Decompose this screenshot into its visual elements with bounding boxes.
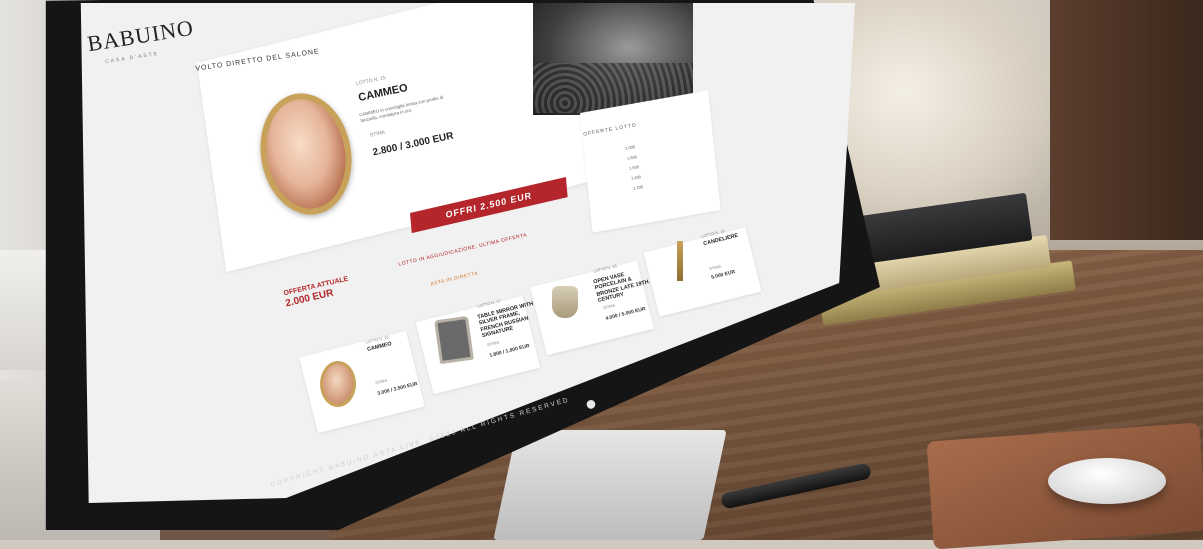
upcoming-lot-card[interactable] [299, 330, 425, 434]
brand-logo[interactable]: BABUINO [86, 15, 196, 57]
mirror-thumbnail [434, 315, 474, 365]
urn-thumbnail [552, 286, 578, 318]
candlestick-thumbnail [677, 241, 683, 281]
auction-notice: LOTTO IN AGGIUDICAZIONE, ULTIMA OFFERTA [398, 232, 528, 268]
cameo-thumbnail [320, 361, 356, 407]
offers-panel [580, 90, 721, 233]
monitor: BABUINO CASA D'ASTE VOLTO DIRETTO DEL SA… [0, 0, 1203, 540]
live-auction-badge[interactable]: ASTA IN DIRETTA [430, 271, 479, 288]
